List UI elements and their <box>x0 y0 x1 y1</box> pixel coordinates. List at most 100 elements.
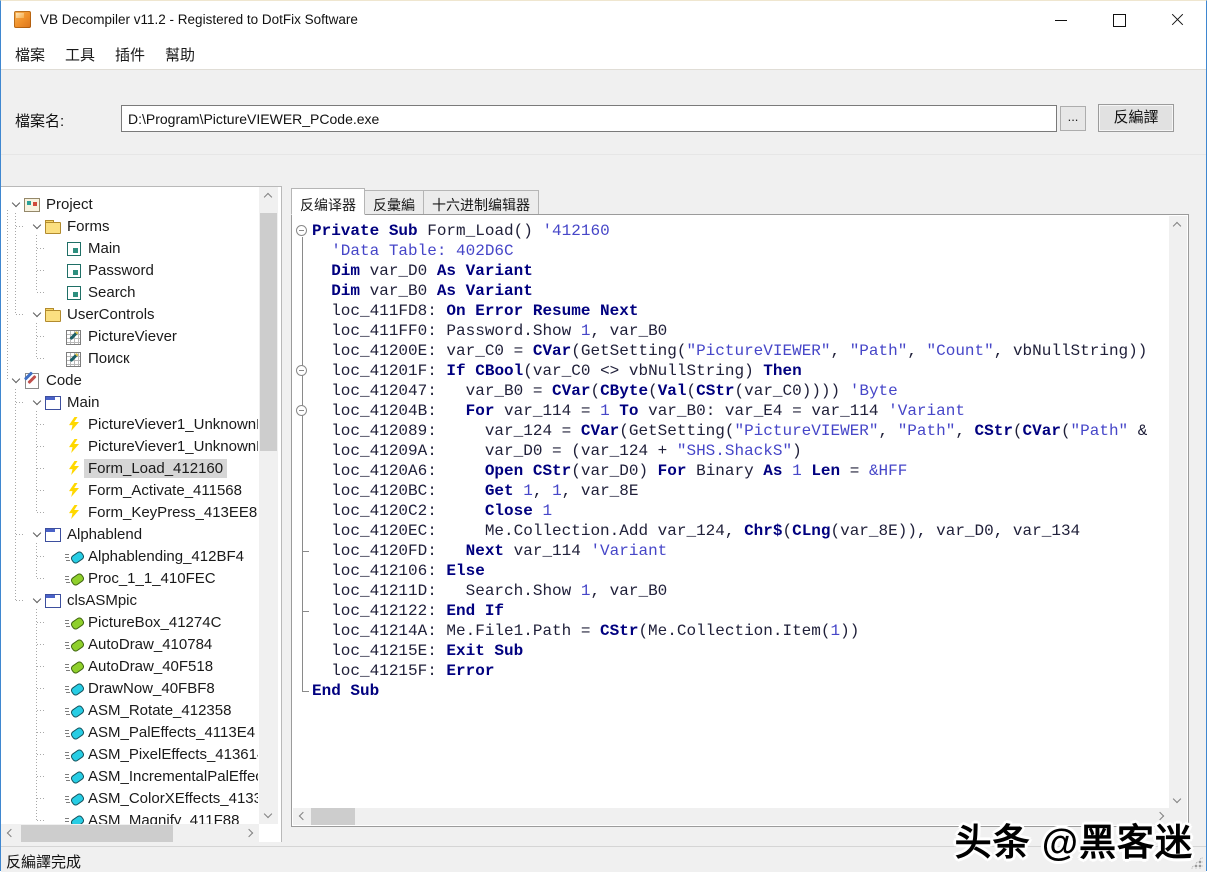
tree-item[interactable]: ASM_PixelEffects_413614 <box>1 743 258 765</box>
tree-item[interactable]: Поиск <box>1 347 258 369</box>
chevron-expanded-icon[interactable] <box>30 593 44 607</box>
tree-item[interactable]: Project <box>1 193 258 215</box>
scroll-down-icon[interactable] <box>1169 792 1186 809</box>
tab-bar: 反编译器 反彙編 十六进制编辑器 <box>291 188 539 215</box>
code-line: loc_41214A: Me.File1.Path = CStr(Me.Coll… <box>312 622 860 640</box>
solution-explorer-panel: Project Forms Main Password Search UserContro… <box>1 186 282 842</box>
method-green-icon <box>65 570 84 586</box>
tree-item-label: Form_Activate_411568 <box>88 481 242 499</box>
chevron-expanded-icon[interactable] <box>9 197 23 211</box>
tree-item[interactable]: UserControls <box>1 303 258 325</box>
tree-item[interactable]: Forms <box>1 215 258 237</box>
code-line: loc_41204B: For var_114 = 1 To var_B0: v… <box>312 402 965 420</box>
minimize-button[interactable] <box>1032 1 1090 39</box>
fold-collapse-icon[interactable] <box>296 365 307 376</box>
tree-item[interactable]: ASM_Magnify_411F88 <box>1 809 258 824</box>
tree-item[interactable]: Form_Activate_411568 <box>1 479 258 501</box>
tree-item[interactable]: ASM_PalEffects_4113E4 <box>1 721 258 743</box>
tab[interactable]: 反彙編 <box>365 190 424 215</box>
scrollbar-thumb[interactable] <box>260 213 277 451</box>
form-icon <box>65 240 84 256</box>
tree-item[interactable]: Main <box>1 237 258 259</box>
tree-horizontal-scrollbar[interactable] <box>1 824 259 842</box>
section-header: Solution explorer P-Code 解析堆疊參數 程序分析器和優化… <box>1 155 1206 335</box>
tree-item[interactable]: AutoDraw_40F518 <box>1 655 258 677</box>
event-icon <box>65 460 84 476</box>
tree-item[interactable]: Search <box>1 281 258 303</box>
tree-item[interactable]: Form_Load_412160 <box>1 457 258 479</box>
tree-item[interactable]: PictureViever1_UnknownEv <box>1 435 258 457</box>
event-icon <box>65 482 84 498</box>
chevron-expanded-icon[interactable] <box>30 307 44 321</box>
code-line: 'Data Table: 402D6C <box>331 242 514 260</box>
main-area: Project Forms Main Password Search UserContro… <box>1 186 1206 846</box>
chevron-expanded-icon[interactable] <box>30 527 44 541</box>
chevron-expanded-icon[interactable] <box>9 373 23 387</box>
tree-item[interactable]: Proc_1_1_410FEC <box>1 567 258 589</box>
tree-item[interactable]: Code <box>1 369 258 391</box>
tree-item[interactable]: clsASMpic <box>1 589 258 611</box>
maximize-button[interactable] <box>1090 1 1148 39</box>
tree-item-label: ASM_Rotate_412358 <box>88 701 232 719</box>
code-vertical-scrollbar[interactable] <box>1169 216 1187 809</box>
scroll-left-icon[interactable] <box>293 808 310 825</box>
tree-item[interactable]: DrawNow_40FBF8 <box>1 677 258 699</box>
tree-item[interactable]: Password <box>1 259 258 281</box>
tree-item[interactable]: ASM_Rotate_412358 <box>1 699 258 721</box>
tree-item[interactable]: AutoDraw_410784 <box>1 633 258 655</box>
fold-gutter <box>292 215 312 808</box>
scrollbar-thumb[interactable] <box>21 825 173 842</box>
code-editor[interactable]: Private Sub Form_Load() '412160 'Data Ta… <box>291 214 1189 827</box>
tree-item-label: ASM_PixelEffects_413614 <box>88 745 258 763</box>
scroll-up-icon[interactable] <box>260 187 277 204</box>
chevron-expanded-icon[interactable] <box>30 219 44 233</box>
tab[interactable]: 反编译器 <box>291 188 365 215</box>
scroll-left-icon[interactable] <box>1 825 18 842</box>
menu-item[interactable]: 工具 <box>55 40 105 69</box>
fold-collapse-icon[interactable] <box>296 225 307 236</box>
tree-item-label: Form_KeyPress_413EE8 <box>88 503 258 521</box>
scroll-right-icon[interactable] <box>242 825 259 842</box>
menu-item[interactable]: 幫助 <box>155 40 205 69</box>
tree-item[interactable]: Form_KeyPress_413EE8 <box>1 501 258 523</box>
menu-bar: 檔案 工具 插件 幫助 <box>1 39 1206 69</box>
scroll-down-icon[interactable] <box>260 807 277 824</box>
tree-vertical-scrollbar[interactable] <box>259 187 278 824</box>
method-green-icon <box>65 658 84 674</box>
scroll-up-icon[interactable] <box>1169 216 1186 233</box>
window-title: VB Decompiler v11.2 - Registered to DotF… <box>40 12 358 27</box>
tree-item-label: Proc_1_1_410FEC <box>88 569 216 587</box>
tree-item[interactable]: Alphablending_412BF4 <box>1 545 258 567</box>
tree-item[interactable]: ASM_ColorXEffects_41336 <box>1 787 258 809</box>
tree-item[interactable]: ASM_IncrementalPalEffect <box>1 765 258 787</box>
tree-item[interactable]: Alphablend <box>1 523 258 545</box>
code-line: loc_4120FD: Next var_114 'Variant <box>312 542 668 560</box>
project-icon <box>23 196 42 212</box>
code-line: Private Sub Form_Load() '412160 <box>312 222 610 240</box>
tree-item[interactable]: PictureViever <box>1 325 258 347</box>
chevron-expanded-icon[interactable] <box>30 395 44 409</box>
folder-icon <box>44 306 63 322</box>
tree-item-label: DrawNow_40FBF8 <box>88 679 215 697</box>
tree-item[interactable]: PictureBox_41274C <box>1 611 258 633</box>
tab[interactable]: 十六进制编辑器 <box>424 190 539 215</box>
tree-item[interactable]: PictureViever1_UnknownEv <box>1 413 258 435</box>
scrollbar-thumb[interactable] <box>311 808 355 825</box>
tree-item-label: Code <box>46 371 82 389</box>
tree-item-label: Alphablend <box>67 525 143 543</box>
menu-item[interactable]: 檔案 <box>5 40 55 69</box>
tree-item-label: AutoDraw_40F518 <box>88 657 214 675</box>
fold-collapse-icon[interactable] <box>296 405 307 416</box>
code-line: Dim var_D0 As Variant <box>331 262 533 280</box>
close-button[interactable] <box>1148 1 1206 39</box>
decompile-button[interactable]: 反編譯 <box>1098 104 1174 132</box>
menu-item[interactable]: 插件 <box>105 40 155 69</box>
file-path-input[interactable] <box>121 105 1057 132</box>
browse-button[interactable]: ... <box>1060 106 1086 131</box>
tree-item[interactable]: Main <box>1 391 258 413</box>
